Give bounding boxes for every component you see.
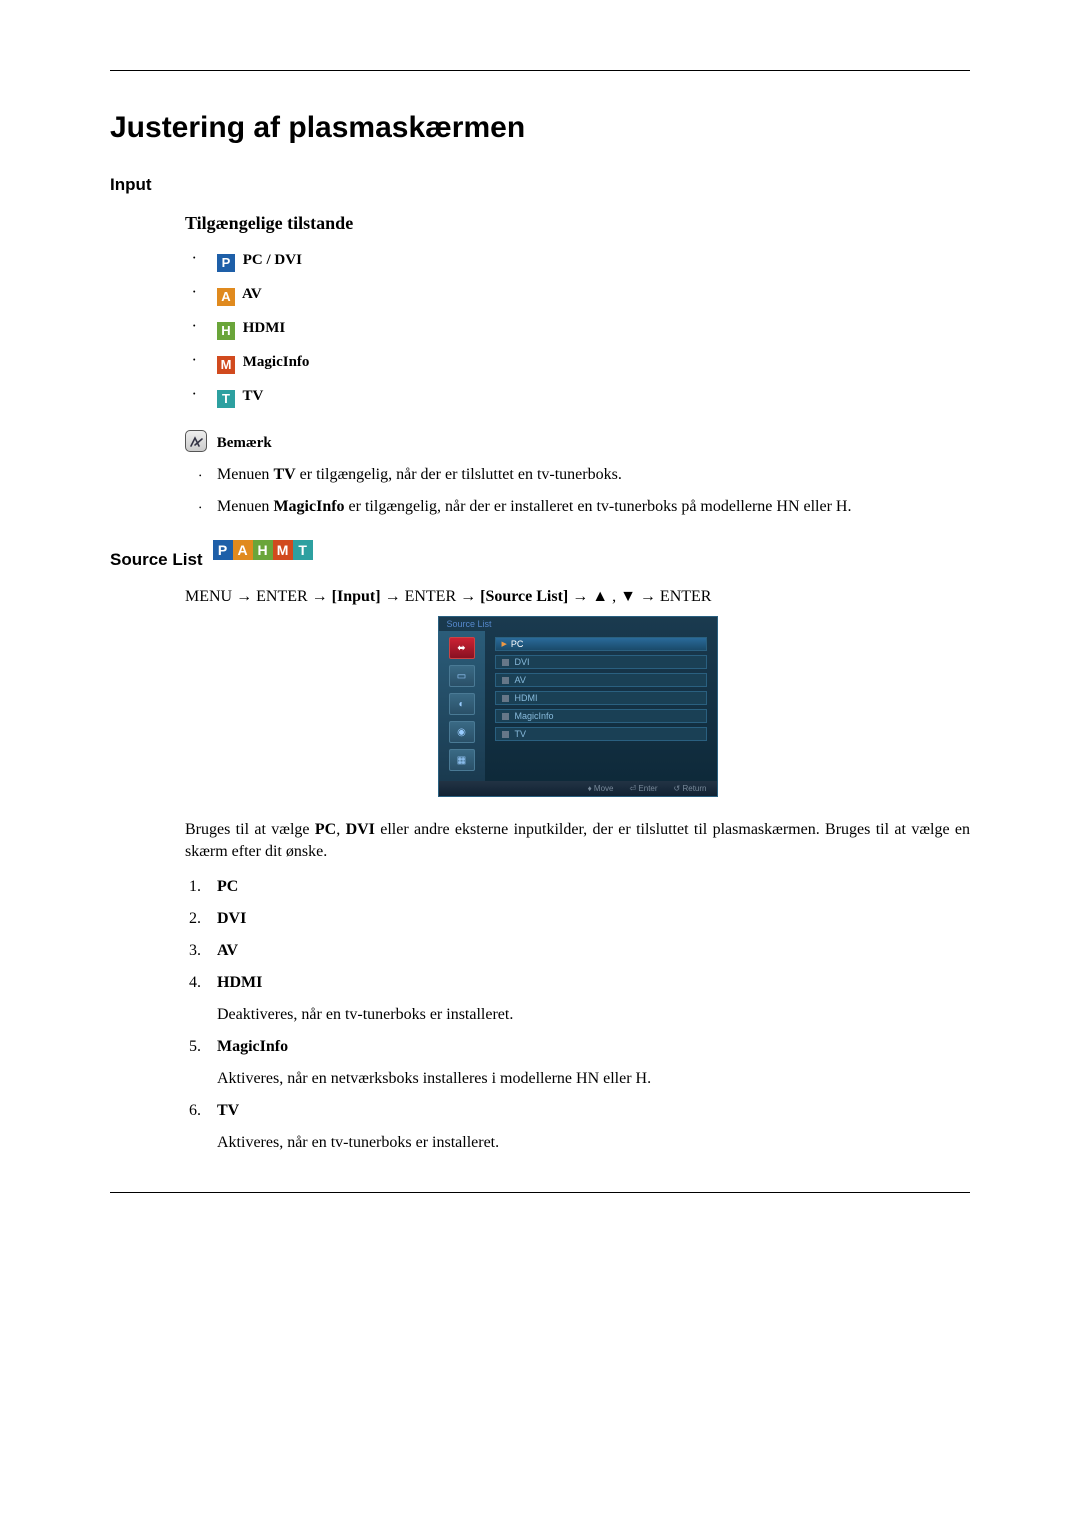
note-bold: MagicInfo bbox=[273, 498, 344, 515]
numbered-item-tv: TV Aktiveres, når en tv-tunerboks er ins… bbox=[185, 1102, 970, 1152]
note-text: Menuen bbox=[217, 466, 273, 483]
menu-path-text: MENU → ENTER → bbox=[185, 588, 332, 605]
mode-item-hdmi: H HDMI bbox=[185, 320, 970, 340]
a-icon: A bbox=[217, 288, 235, 306]
osd-item-tv: TV bbox=[495, 727, 707, 741]
osd-footer: ♦ Move ⏎ Enter ↺ Return bbox=[439, 781, 717, 796]
m-icon: M bbox=[273, 540, 293, 560]
osd-foot-label: Move bbox=[594, 784, 614, 793]
osd-item-dvi: DVI bbox=[495, 655, 707, 669]
osd-sidebar: ⬌ ▭ ◐ ◉ ▦ bbox=[439, 631, 485, 781]
osd-side-icon: ◐ bbox=[449, 693, 475, 715]
osd-item-av: AV bbox=[495, 673, 707, 687]
osd-list: PC DVI AV HDMI MagicInfo TV bbox=[485, 631, 717, 781]
note-heading: Bemærk bbox=[185, 430, 970, 452]
mode-label: MagicInfo bbox=[243, 354, 310, 370]
modes-heading: Tilgængelige tilstande bbox=[185, 213, 970, 234]
mode-label: PC / DVI bbox=[243, 252, 302, 268]
note-label: Bemærk bbox=[217, 435, 272, 451]
osd-side-icon: ◉ bbox=[449, 721, 475, 743]
note-bold: TV bbox=[273, 466, 295, 483]
osd-item-label: HDMI bbox=[515, 693, 538, 703]
menu-path-text: → ▲ , ▼ → ENTER bbox=[568, 588, 711, 605]
osd-item-label: DVI bbox=[515, 657, 530, 667]
note-item-tv: Menuen TV er tilgængelig, når der er til… bbox=[185, 466, 970, 484]
osd-side-icon: ▦ bbox=[449, 749, 475, 771]
osd-foot-enter: ⏎ Enter bbox=[629, 784, 657, 793]
numbered-label: TV bbox=[217, 1102, 239, 1119]
numbered-desc: Aktiveres, når en netværksboks installer… bbox=[217, 1070, 970, 1088]
numbered-label: DVI bbox=[217, 910, 246, 927]
h-icon: H bbox=[253, 540, 273, 560]
a-icon: A bbox=[233, 540, 253, 560]
osd-item-magicinfo: MagicInfo bbox=[495, 709, 707, 723]
osd-item-label: PC bbox=[511, 639, 524, 649]
mode-item-magicinfo: M MagicInfo bbox=[185, 354, 970, 374]
osd-item-label: TV bbox=[515, 729, 527, 739]
mode-item-av: A AV bbox=[185, 286, 970, 306]
osd-item-pc: PC bbox=[495, 637, 707, 651]
numbered-item-hdmi: HDMI Deaktiveres, når en tv-tunerboks er… bbox=[185, 974, 970, 1024]
body-text: Bruges til at vælge bbox=[185, 821, 315, 838]
mode-item-tv: T TV bbox=[185, 388, 970, 408]
osd-item-label: AV bbox=[515, 675, 526, 685]
mode-icon-strip: P A H M T bbox=[213, 540, 313, 560]
osd-screenshot: Source List ⬌ ▭ ◐ ◉ ▦ PC DVI AV HDMI Mag… bbox=[438, 616, 718, 797]
osd-item-hdmi: HDMI bbox=[495, 691, 707, 705]
mode-label: HDMI bbox=[243, 320, 286, 336]
osd-foot-move: ♦ Move bbox=[588, 784, 614, 793]
numbered-item-pc: PC bbox=[185, 878, 970, 896]
t-icon: T bbox=[293, 540, 313, 560]
osd-side-icon: ⬌ bbox=[449, 637, 475, 659]
osd-foot-label: Enter bbox=[638, 784, 657, 793]
osd-title: Source List bbox=[439, 617, 717, 631]
body-bold: PC bbox=[315, 821, 336, 838]
m-icon: M bbox=[217, 356, 235, 374]
numbered-item-dvi: DVI bbox=[185, 910, 970, 928]
source-list-heading: Source List bbox=[110, 550, 203, 570]
numbered-item-av: AV bbox=[185, 942, 970, 960]
numbered-desc: Aktiveres, når en tv-tunerboks er instal… bbox=[217, 1134, 970, 1152]
page-title: Justering af plasmaskærmen bbox=[110, 111, 970, 145]
section-input-heading: Input bbox=[110, 175, 970, 195]
note-text: er tilgængelig, når der er installeret e… bbox=[345, 498, 852, 515]
body-text: , bbox=[336, 821, 345, 838]
menu-path-bold: [Input] bbox=[332, 588, 381, 605]
source-list-description: Bruges til at vælge PC, DVI eller andre … bbox=[185, 819, 970, 862]
numbered-label: MagicInfo bbox=[217, 1038, 288, 1055]
osd-item-label: MagicInfo bbox=[515, 711, 554, 721]
note-item-magicinfo: Menuen MagicInfo er tilgængelig, når der… bbox=[185, 498, 970, 516]
p-icon: P bbox=[217, 254, 235, 272]
p-icon: P bbox=[213, 540, 233, 560]
top-rule bbox=[110, 70, 970, 71]
note-text: er tilgængelig, når der er tilsluttet en… bbox=[296, 466, 622, 483]
numbered-item-magicinfo: MagicInfo Aktiveres, når en netværksboks… bbox=[185, 1038, 970, 1088]
osd-foot-label: Return bbox=[682, 784, 706, 793]
numbered-desc: Deaktiveres, når en tv-tunerboks er inst… bbox=[217, 1006, 970, 1024]
h-icon: H bbox=[217, 322, 235, 340]
numbered-label: HDMI bbox=[217, 974, 262, 991]
note-icon bbox=[185, 430, 207, 452]
mode-label: TV bbox=[242, 388, 263, 404]
osd-foot-return: ↺ Return bbox=[674, 784, 707, 793]
mode-item-pc-dvi: P PC / DVI bbox=[185, 252, 970, 272]
t-icon: T bbox=[217, 390, 235, 408]
menu-path-bold: [Source List] bbox=[480, 588, 568, 605]
numbered-label: AV bbox=[217, 942, 238, 959]
mode-label: AV bbox=[242, 286, 262, 302]
menu-path-text: → ENTER → bbox=[381, 588, 481, 605]
osd-side-icon: ▭ bbox=[449, 665, 475, 687]
menu-path: MENU → ENTER → [Input] → ENTER → [Source… bbox=[185, 588, 970, 606]
bottom-rule bbox=[110, 1192, 970, 1193]
numbered-label: PC bbox=[217, 878, 238, 895]
note-text: Menuen bbox=[217, 498, 273, 515]
body-bold: DVI bbox=[346, 821, 375, 838]
